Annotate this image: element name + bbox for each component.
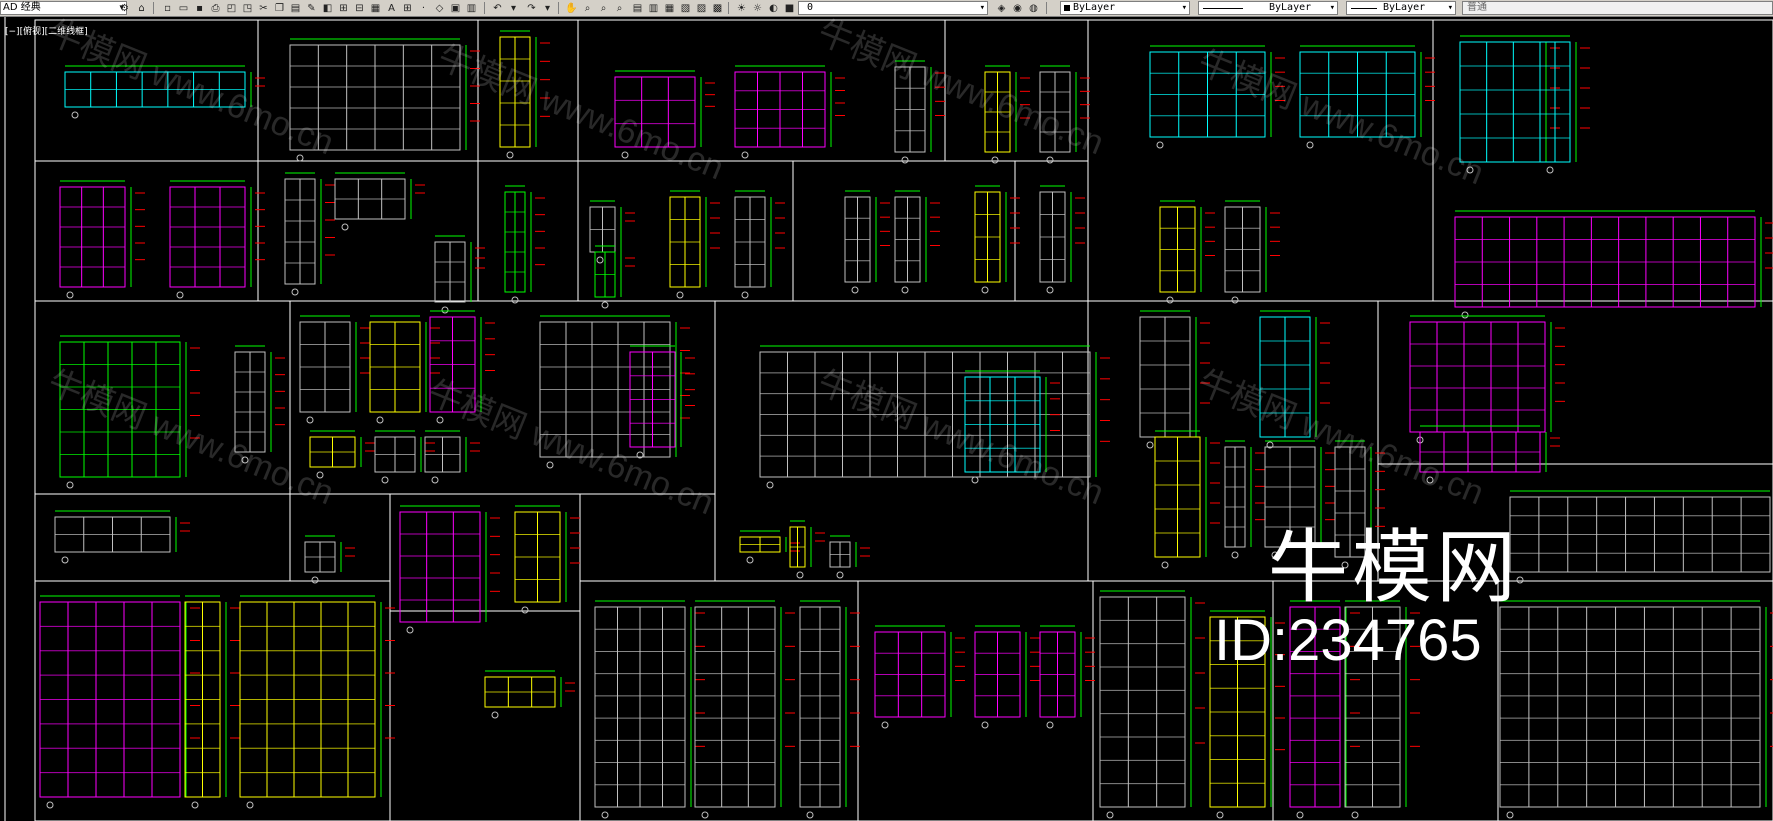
hatch-icon[interactable]: ▦ (368, 1, 383, 15)
autocad-toolbar: AD 经典 ⚙ ⌂ ▫ ▭ ▪ ⎙ ◰ ◳ ✂ ❐ ▤ ✎ ◧ ⊞ ⊟ ▦ A … (0, 0, 1773, 17)
chevron-down-icon: ▾ (1181, 3, 1187, 13)
plotstyle-value: 普通 (1467, 2, 1487, 13)
layer-value: 0 (807, 2, 814, 13)
markup-icon[interactable]: ▨ (694, 1, 709, 15)
layer-lock-icon[interactable]: ◐ (766, 1, 781, 15)
properties-icon[interactable]: ▤ (630, 1, 645, 15)
paste-icon[interactable]: ▤ (288, 1, 303, 15)
workspace-select[interactable]: AD 经典 (0, 1, 127, 15)
layer-freeze-icon[interactable]: ☼ (750, 1, 765, 15)
sheet-set-icon[interactable]: ▧ (678, 1, 693, 15)
save-icon[interactable]: ▪ (192, 1, 207, 15)
zoom-previous-icon[interactable]: ⌕ (612, 1, 627, 15)
color-select[interactable]: ByLayer ▾ (1060, 1, 1190, 15)
cut-icon[interactable]: ✂ (256, 1, 271, 15)
table-icon[interactable]: ⊞ (400, 1, 415, 15)
grid-icon[interactable]: ▥ (464, 1, 479, 15)
color-value: ByLayer (1073, 2, 1116, 13)
plot-icon[interactable]: ⎙ (208, 1, 223, 15)
brand-watermark: 牛模网 (1268, 523, 1520, 612)
redo-dropdown-icon[interactable]: ▾ (540, 1, 555, 15)
design-center-icon[interactable]: ▥ (646, 1, 661, 15)
layer-on-icon[interactable]: ☀ (734, 1, 749, 15)
preview-icon[interactable]: ◰ (224, 1, 239, 15)
settings-icon[interactable]: ⚙ (117, 1, 132, 15)
chevron-down-icon: ▾ (1329, 3, 1335, 13)
chevron-down-icon: ▾ (1447, 3, 1453, 13)
open-icon[interactable]: ▭ (176, 1, 191, 15)
layer-manager-icon[interactable]: ◈ (994, 1, 1009, 15)
layer-previous-icon[interactable]: ◍ (1026, 1, 1041, 15)
toolbar-separator (728, 2, 729, 14)
insert-icon[interactable]: ⊞ (336, 1, 351, 15)
workspace-icon[interactable]: ⌂ (134, 1, 149, 15)
lineweight-sample (1351, 8, 1377, 9)
linetype-select[interactable]: ByLayer ▾ (1198, 1, 1338, 15)
undo-icon[interactable]: ↶ (490, 1, 505, 15)
dim-icon[interactable]: ⊟ (352, 1, 367, 15)
chevron-down-icon: ▾ (979, 3, 985, 13)
lineweight-select[interactable]: ByLayer ▾ (1346, 1, 1456, 15)
tool-palette-icon[interactable]: ▦ (662, 1, 677, 15)
block-icon[interactable]: ◧ (320, 1, 335, 15)
viewport-label[interactable]: [−][俯视][二维线框] (5, 24, 88, 37)
match-icon[interactable]: ✎ (304, 1, 319, 15)
layer-select[interactable]: 0 ▾ (798, 1, 988, 15)
toolbar-separator (558, 2, 559, 14)
plotstyle-select[interactable]: 普通 (1462, 1, 1773, 15)
zoom-realtime-icon[interactable]: ⌕ (580, 1, 595, 15)
new-icon[interactable]: ▫ (160, 1, 175, 15)
lineweight-value: ByLayer (1383, 2, 1426, 13)
toolbar-separator (484, 2, 485, 14)
calc-icon[interactable]: ▣ (448, 1, 463, 15)
layer-color-icon[interactable]: ■ (782, 1, 797, 15)
undo-dropdown-icon[interactable]: ▾ (506, 1, 521, 15)
copy-icon[interactable]: ❐ (272, 1, 287, 15)
point-icon[interactable]: · (416, 1, 431, 15)
quickcalc-icon[interactable]: ▩ (710, 1, 725, 15)
linetype-sample (1203, 8, 1243, 9)
text-icon[interactable]: A (384, 1, 399, 15)
redo-icon[interactable]: ↷ (524, 1, 539, 15)
color-swatch (1064, 5, 1070, 11)
region-icon[interactable]: ◇ (432, 1, 447, 15)
id-watermark: ID:234765 (1214, 608, 1482, 673)
linetype-value: ByLayer (1269, 2, 1312, 13)
make-current-icon[interactable]: ◉ (1010, 1, 1025, 15)
toolbar-separator (1046, 2, 1047, 14)
toolbar-separator (153, 2, 154, 14)
model-space-canvas[interactable] (0, 17, 1773, 821)
pan-icon[interactable]: ✋ (564, 1, 579, 15)
publish-icon[interactable]: ◳ (240, 1, 255, 15)
zoom-window-icon[interactable]: ⌕ (596, 1, 611, 15)
